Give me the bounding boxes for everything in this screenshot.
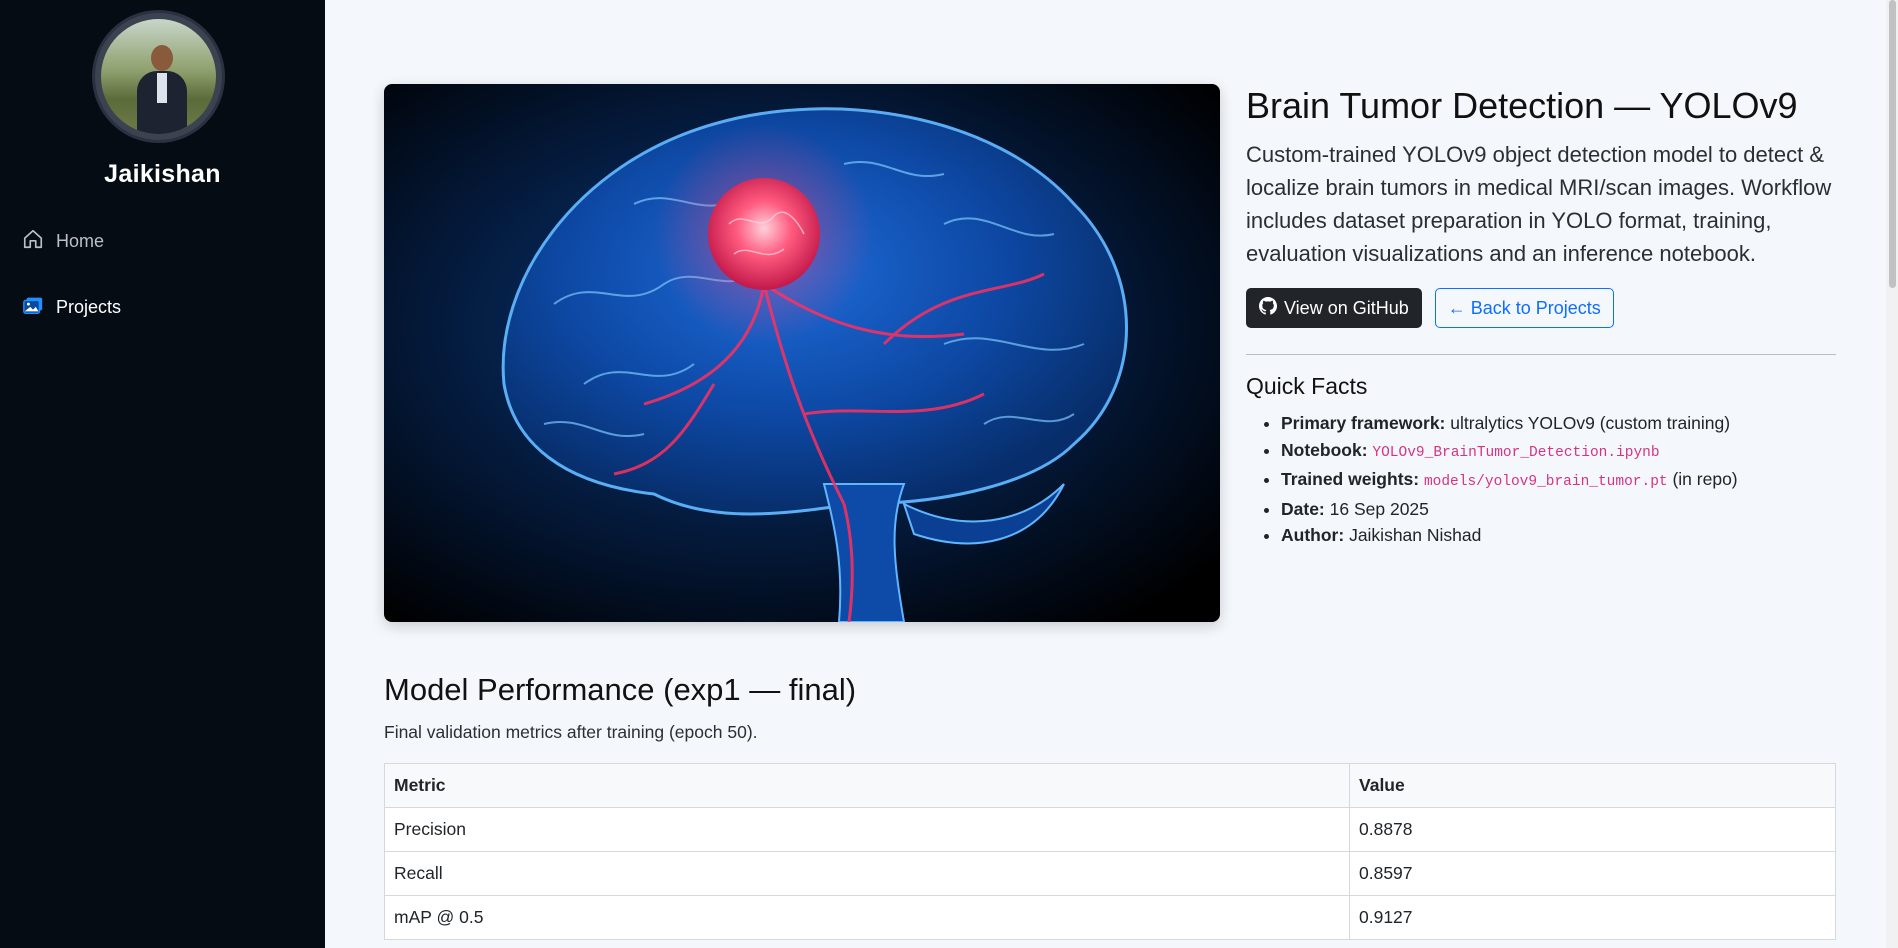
fact-label: Author:	[1281, 525, 1345, 545]
metric-cell: Recall	[384, 851, 1350, 896]
project-title: Brain Tumor Detection — YOLOv9	[1246, 85, 1798, 126]
list-item: Primary framework: ultralytics YOLOv9 (c…	[1281, 410, 1836, 437]
scrollbar-thumb[interactable]	[1889, 0, 1896, 288]
metrics-table: Metric Value Precision 0.8878 Recall 0.8…	[384, 763, 1836, 940]
performance-title: Model Performance (exp1 — final)	[384, 672, 857, 707]
column-header-metric: Metric	[384, 763, 1350, 808]
sidebar-item-label: Projects	[56, 297, 122, 317]
fact-value: 16 Sep 2025	[1329, 498, 1429, 519]
back-to-projects-button[interactable]: ← Back to Projects	[1434, 288, 1614, 328]
scrollbar[interactable]	[1886, 0, 1898, 948]
value-cell: 0.9127	[1349, 895, 1836, 940]
sidebar-item-home[interactable]: Home	[22, 228, 104, 255]
fact-code: models/yolov9_brain_tumor.pt	[1423, 474, 1668, 490]
value-cell: 0.8878	[1349, 807, 1836, 852]
project-hero-image	[384, 84, 1220, 622]
sidebar-item-projects[interactable]: Projects	[22, 294, 121, 321]
profile-name: Jaikishan	[104, 160, 221, 188]
value-cell: 0.8597	[1349, 851, 1836, 896]
list-item: Notebook: YOLOv9_BrainTumor_Detection.ip…	[1281, 437, 1836, 467]
back-button-label: ← Back to Projects	[1447, 297, 1601, 318]
fact-label: Trained weights:	[1281, 469, 1420, 489]
project-description: Custom-trained YOLOv9 object detection m…	[1246, 142, 1832, 266]
view-on-github-button[interactable]: View on GitHub	[1246, 288, 1422, 328]
sidebar: Jaikishan Home Projects	[0, 0, 325, 948]
performance-subtitle: Final validation metrics after training …	[384, 722, 758, 742]
home-icon	[22, 228, 44, 255]
list-item: Author: Jaikishan Nishad	[1281, 522, 1836, 549]
table-header-row: Metric Value	[384, 763, 1836, 808]
metric-cell: Precision	[384, 807, 1350, 852]
fact-label: Notebook:	[1281, 439, 1368, 460]
list-item: Trained weights: models/yolov9_brain_tum…	[1281, 466, 1836, 496]
image-icon	[22, 294, 44, 321]
project-info: Brain Tumor Detection — YOLOv9 Custom-tr…	[1246, 84, 1836, 549]
metric-cell: mAP @ 0.5	[384, 895, 1350, 940]
avatar-photo	[101, 19, 216, 134]
divider	[1246, 354, 1836, 355]
fact-suffix: (in repo)	[1672, 469, 1738, 489]
fact-label: Date:	[1281, 498, 1325, 519]
table-row: Precision 0.8878	[384, 807, 1836, 852]
action-buttons: View on GitHub ← Back to Projects	[1246, 288, 1836, 328]
fact-value: ultralytics YOLOv9 (custom training)	[1450, 413, 1731, 433]
github-button-label: View on GitHub	[1284, 297, 1409, 318]
github-icon	[1259, 296, 1277, 320]
quick-facts-list: Primary framework: ultralytics YOLOv9 (c…	[1246, 410, 1836, 549]
table-row: mAP @ 0.5 0.9127	[384, 895, 1836, 940]
sidebar-item-label: Home	[56, 231, 105, 251]
main-content: Brain Tumor Detection — YOLOv9 Custom-tr…	[384, 0, 1836, 948]
column-header-value: Value	[1349, 763, 1836, 808]
fact-label: Primary framework:	[1281, 413, 1446, 433]
list-item: Date: 16 Sep 2025	[1281, 496, 1836, 523]
fact-code: YOLOv9_BrainTumor_Detection.ipynb	[1372, 444, 1660, 461]
quick-facts-title: Quick Facts	[1246, 373, 1368, 399]
table-row: Recall 0.8597	[384, 851, 1836, 896]
avatar	[95, 13, 222, 140]
fact-value: Jaikishan Nishad	[1349, 525, 1482, 545]
